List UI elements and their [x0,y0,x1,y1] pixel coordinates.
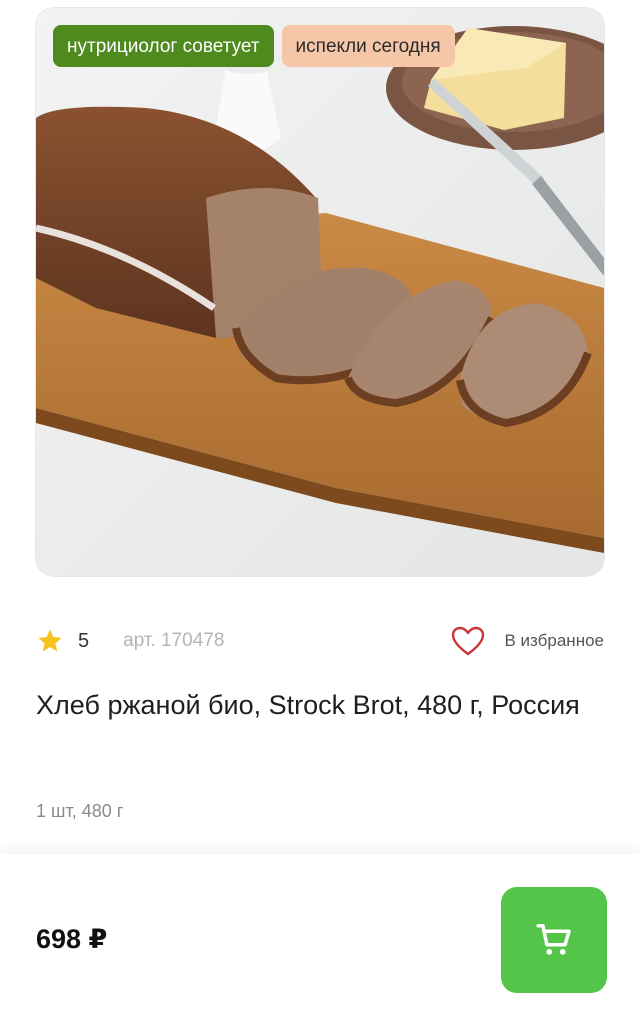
star-icon [38,629,62,652]
add-to-cart-button[interactable] [501,887,607,993]
cart-icon [536,924,571,955]
rating-value: 5 [78,629,90,652]
favorites-label: В избранное [504,631,605,650]
product-image[interactable] [36,8,604,576]
sku-text: арт. 170478 [123,630,225,651]
baked-today-badge: испекли сегодня [281,25,455,67]
heart-icon [451,626,484,656]
unit-info: 1 шт, 480 г [36,801,124,821]
bottom-bar: 698 ₽ [0,854,640,1024]
badges: нутрициолог советует испекли сегодня [53,25,455,67]
meta-row: 5 арт. 170478 В избранное [36,624,604,658]
price: 698 ₽ [36,924,108,954]
add-to-favorites-button[interactable]: В избранное [451,626,605,656]
nutritionist-badge: нутрициолог советует [53,25,274,67]
product-title: Хлеб ржаной био, Strock Brot, 480 г, Рос… [36,690,580,720]
